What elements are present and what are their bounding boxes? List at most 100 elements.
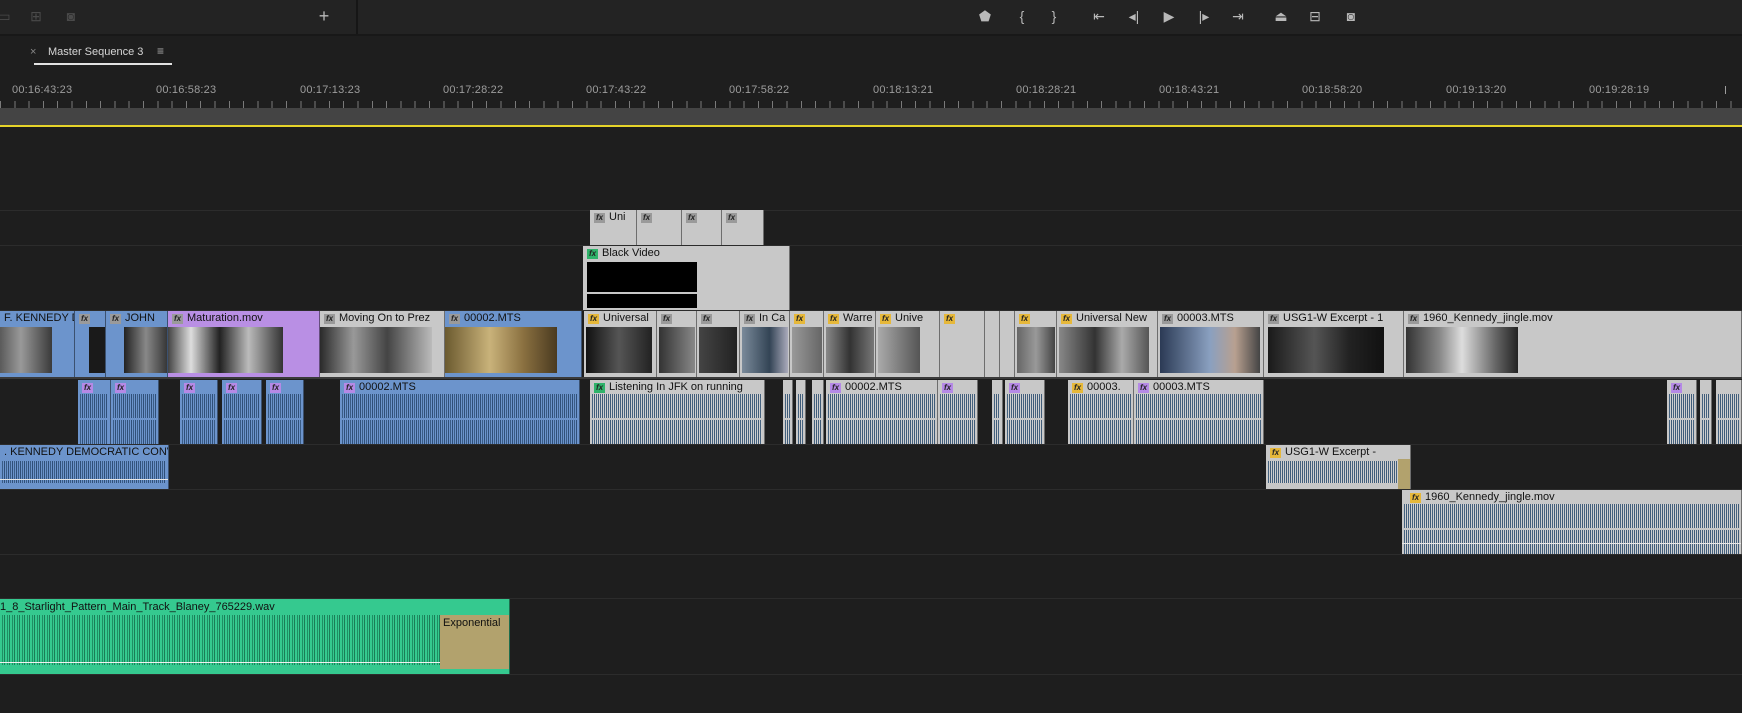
clip[interactable]: fx Uni <box>590 210 637 245</box>
camera-icon[interactable]: ◙ <box>61 6 81 26</box>
audio-clip[interactable] <box>1700 380 1712 444</box>
audio-clip[interactable]: fx <box>78 380 111 444</box>
lift-icon[interactable]: ⏏ <box>1271 6 1291 26</box>
clip[interactable]: fx <box>637 210 682 245</box>
fx-badge: fx <box>82 383 93 393</box>
exponential-fade-transition[interactable]: Exponential <box>440 615 509 669</box>
audio-clip[interactable]: fx 00003.MTS <box>1134 380 1264 444</box>
clip[interactable]: fx Universal <box>584 311 657 377</box>
clip[interactable]: fx USG1-W Excerpt - 1 <box>1264 311 1404 377</box>
volume-keyframe-line[interactable] <box>0 479 168 480</box>
fx-badge: fx <box>1162 314 1173 324</box>
clip-black-video[interactable]: fx Black Video <box>583 246 790 310</box>
waveform <box>994 394 1000 418</box>
clip[interactable]: fx <box>75 311 106 377</box>
audio-clip[interactable] <box>1716 380 1742 444</box>
clip[interactable]: fx 1960_Kennedy_jingle.mov <box>1404 311 1742 377</box>
step-forward-icon[interactable]: |▸ <box>1194 6 1214 26</box>
audio-clip[interactable]: fx <box>111 380 159 444</box>
clip-label: JOHN <box>125 312 155 324</box>
clip[interactable]: fx <box>790 311 824 377</box>
audio-clip[interactable]: fx 1960_Kennedy_jingle.mov <box>1402 490 1742 554</box>
clip[interactable]: fx Unive <box>876 311 940 377</box>
waveform <box>1136 420 1261 444</box>
fx-badge: fx <box>828 314 839 324</box>
thumbnail <box>1268 327 1384 373</box>
play-icon[interactable]: ▶ <box>1159 6 1179 26</box>
clip[interactable]: fx <box>682 210 722 245</box>
audio-clip[interactable]: fx Listening In JFK on running <box>590 380 765 444</box>
step-back-icon[interactable]: ◂| <box>1124 6 1144 26</box>
fx-badge: fx <box>726 213 737 223</box>
clip[interactable] <box>1000 311 1015 377</box>
timecode-label: 00:16:43:23 <box>12 84 73 96</box>
clip[interactable] <box>985 311 1000 377</box>
export-frame-icon[interactable]: ◙ <box>1341 6 1361 26</box>
waveform <box>80 394 108 418</box>
fx-badge: fx <box>1408 314 1419 324</box>
clip[interactable]: fx In Ca <box>740 311 790 377</box>
clip[interactable]: fx Maturation.mov <box>168 311 320 377</box>
audio-clip[interactable] <box>812 380 824 444</box>
audio-clip[interactable]: fx <box>1667 380 1697 444</box>
marker-icon[interactable]: ⬟ <box>975 6 995 26</box>
mark-out-icon[interactable]: } <box>1044 6 1064 26</box>
go-to-in-icon[interactable]: ⇤ <box>1089 6 1109 26</box>
clip-label: Unive <box>895 312 924 324</box>
waveform <box>1669 394 1694 418</box>
thumbnail <box>587 262 697 292</box>
audio-clip[interactable]: fx 00002.MTS <box>340 380 580 444</box>
audio-clip[interactable]: fx <box>938 380 978 444</box>
audio-clip[interactable]: fx 00003. <box>1068 380 1134 444</box>
clip[interactable]: fx 00003.MTS <box>1158 311 1264 377</box>
extract-icon[interactable]: ⊟ <box>1305 6 1325 26</box>
fx-badge: fx <box>686 213 697 223</box>
clip[interactable]: fx Warre <box>824 311 876 377</box>
audio-clip[interactable]: fx <box>222 380 262 444</box>
audio-clip[interactable]: fx <box>266 380 304 444</box>
audio-clip[interactable]: . KENNEDY DEMOCRATIC CONV <box>0 445 169 489</box>
clip[interactable]: fx JOHN <box>106 311 168 377</box>
volume-keyframe-line[interactable] <box>1402 543 1741 544</box>
clip[interactable]: F. KENNEDY D <box>0 311 75 377</box>
clip[interactable]: fx Moving On to Prez <box>320 311 445 377</box>
waveform <box>182 420 215 444</box>
waveform <box>268 394 301 418</box>
timecode-label: 00:18:43:21 <box>1159 84 1220 96</box>
clip[interactable]: fx Universal New <box>1057 311 1158 377</box>
audio-clip[interactable]: fx <box>1005 380 1045 444</box>
waveform <box>814 420 821 444</box>
waveform <box>113 394 156 418</box>
audio-clip[interactable]: fx 00002.MTS <box>826 380 938 444</box>
clip-label: 00003. <box>1087 381 1121 393</box>
clip[interactable]: fx <box>940 311 985 377</box>
fx-badge: fx <box>1019 314 1030 324</box>
clip[interactable]: fx <box>657 311 697 377</box>
timecode-label: 00:17:43:22 <box>586 84 647 96</box>
mark-in-icon[interactable]: { <box>1012 6 1032 26</box>
thumbnail <box>1160 327 1260 373</box>
add-button[interactable]: + <box>314 6 334 26</box>
clip[interactable]: fx 00002.MTS <box>445 311 582 377</box>
panel-menu-icon[interactable]: ≡ <box>157 44 164 58</box>
clip[interactable]: fx <box>697 311 740 377</box>
work-area-bar[interactable] <box>0 108 1742 125</box>
clip[interactable]: fx <box>1015 311 1057 377</box>
linked-selection-icon[interactable]: ▭ <box>0 6 14 26</box>
close-icon[interactable]: × <box>30 46 36 58</box>
fx-badge: fx <box>1268 314 1279 324</box>
clip[interactable]: fx <box>722 210 764 245</box>
audio-clip[interactable] <box>796 380 806 444</box>
music-clip[interactable]: 1_8_Starlight_Pattern_Main_Track_Blaney_… <box>0 599 510 674</box>
tab-label: Master Sequence 3 <box>48 46 144 58</box>
audio-clip[interactable]: fx <box>180 380 218 444</box>
audio-clip[interactable] <box>783 380 793 444</box>
transition[interactable] <box>1398 459 1410 489</box>
audio-clip[interactable]: fx USG1-W Excerpt - <box>1266 445 1411 489</box>
waveform <box>814 394 821 418</box>
audio-clip[interactable] <box>992 380 1003 444</box>
volume-keyframe-line[interactable] <box>0 662 509 663</box>
waveform <box>1404 504 1739 528</box>
go-to-out-icon[interactable]: ⇥ <box>1228 6 1248 26</box>
insert-icon[interactable]: ⊞ <box>26 6 46 26</box>
